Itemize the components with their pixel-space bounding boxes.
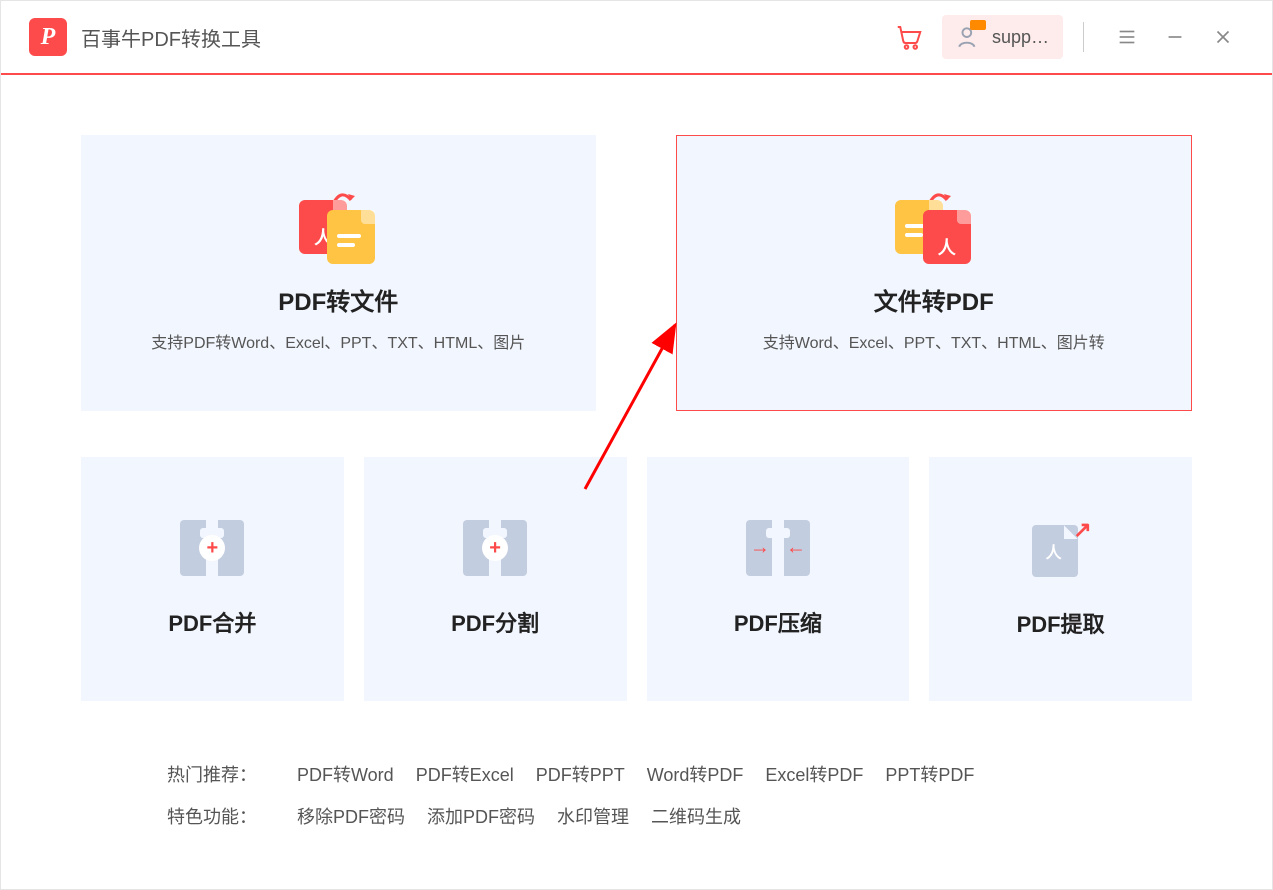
logo-letter: P [41, 24, 56, 51]
merge-icon: + [180, 520, 244, 576]
file-to-pdf-icon: 人 [895, 194, 973, 262]
card-pdf-to-file[interactable]: 人 PDF转文件 支持PDF转Word、Excel、PPT、TXT、HTML、图… [81, 135, 596, 411]
card-sub: 支持Word、Excel、PPT、TXT、HTML、图片转 [763, 329, 1105, 353]
hot-link[interactable]: PDF转PPT [536, 761, 625, 787]
hot-link[interactable]: PDF转Word [297, 761, 394, 787]
hot-link[interactable]: Excel转PDF [765, 761, 863, 787]
feature-link[interactable]: 添加PDF密码 [427, 803, 535, 829]
content: 人 PDF转文件 支持PDF转Word、Excel、PPT、TXT、HTML、图… [1, 75, 1272, 829]
hot-link[interactable]: PDF转Excel [416, 761, 514, 787]
feature-link[interactable]: 水印管理 [557, 803, 629, 829]
user-label: supp… [992, 27, 1049, 48]
footer: 热门推荐： PDF转Word PDF转Excel PDF转PPT Word转PDF Ex… [81, 701, 1192, 829]
card-title: PDF转文件 [278, 282, 398, 317]
cart-icon[interactable] [890, 18, 928, 56]
titlebar: P 百事牛PDF转换工具 supp… [1, 1, 1272, 75]
close-icon[interactable] [1204, 18, 1242, 56]
app-title: 百事牛PDF转换工具 [81, 23, 261, 52]
hot-link[interactable]: PPT转PDF [885, 761, 974, 787]
card-pdf-compress[interactable]: → ← PDF压缩 [647, 457, 910, 701]
hot-label: 热门推荐： [167, 761, 297, 787]
split-icon: + [463, 520, 527, 576]
card-title: PDF分割 [451, 606, 539, 638]
card-pdf-extract[interactable]: 人 ↗ PDF提取 [929, 457, 1192, 701]
card-pdf-merge[interactable]: + PDF合并 [81, 457, 344, 701]
feat-label: 特色功能： [167, 803, 297, 829]
avatar-icon [956, 24, 982, 50]
card-title: PDF压缩 [734, 606, 822, 638]
card-pdf-split[interactable]: + PDF分割 [364, 457, 627, 701]
card-title: PDF提取 [1017, 607, 1105, 639]
compress-icon: → ← [746, 520, 810, 576]
feature-link[interactable]: 移除PDF密码 [297, 803, 405, 829]
card-title: 文件转PDF [874, 282, 994, 317]
menu-icon[interactable] [1108, 18, 1146, 56]
card-title: PDF合并 [168, 606, 256, 638]
minimize-icon[interactable] [1156, 18, 1194, 56]
user-account[interactable]: supp… [942, 15, 1063, 59]
card-sub: 支持PDF转Word、Excel、PPT、TXT、HTML、图片 [151, 329, 525, 353]
card-file-to-pdf[interactable]: 人 文件转PDF 支持Word、Excel、PPT、TXT、HTML、图片转 [676, 135, 1193, 411]
feature-link[interactable]: 二维码生成 [651, 803, 741, 829]
hot-link[interactable]: Word转PDF [647, 761, 744, 787]
app-logo: P [29, 18, 67, 56]
pdf-to-file-icon: 人 [299, 194, 377, 262]
extract-icon: 人 ↗ [1032, 519, 1090, 577]
titlebar-divider [1083, 22, 1084, 52]
